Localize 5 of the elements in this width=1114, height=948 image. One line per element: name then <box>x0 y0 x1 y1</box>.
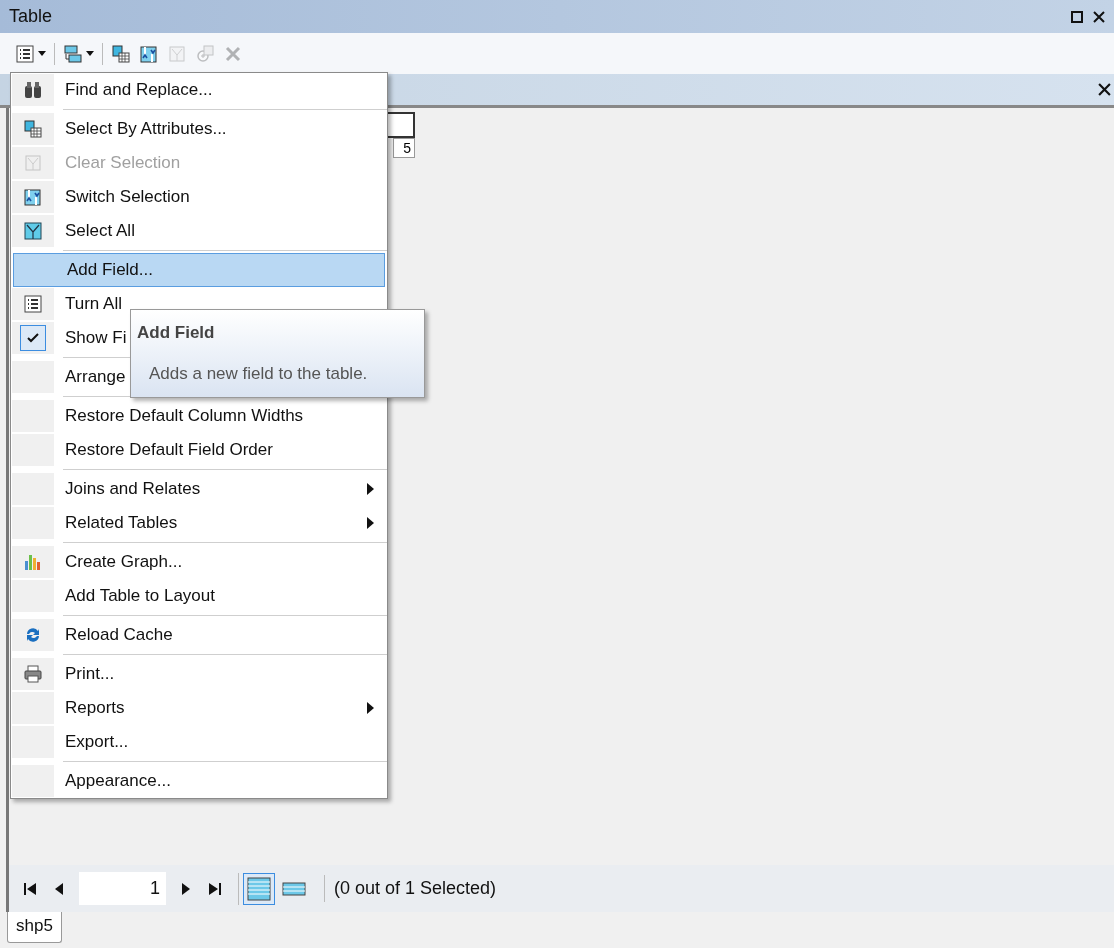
selection-status: (0 out of 1 Selected) <box>324 875 497 902</box>
tooltip-text: Adds a new field to the table. <box>149 362 369 385</box>
table-cell: 5 <box>393 138 415 158</box>
window-title: Table <box>9 5 53 28</box>
tooltip-title: Add Field <box>137 322 216 344</box>
